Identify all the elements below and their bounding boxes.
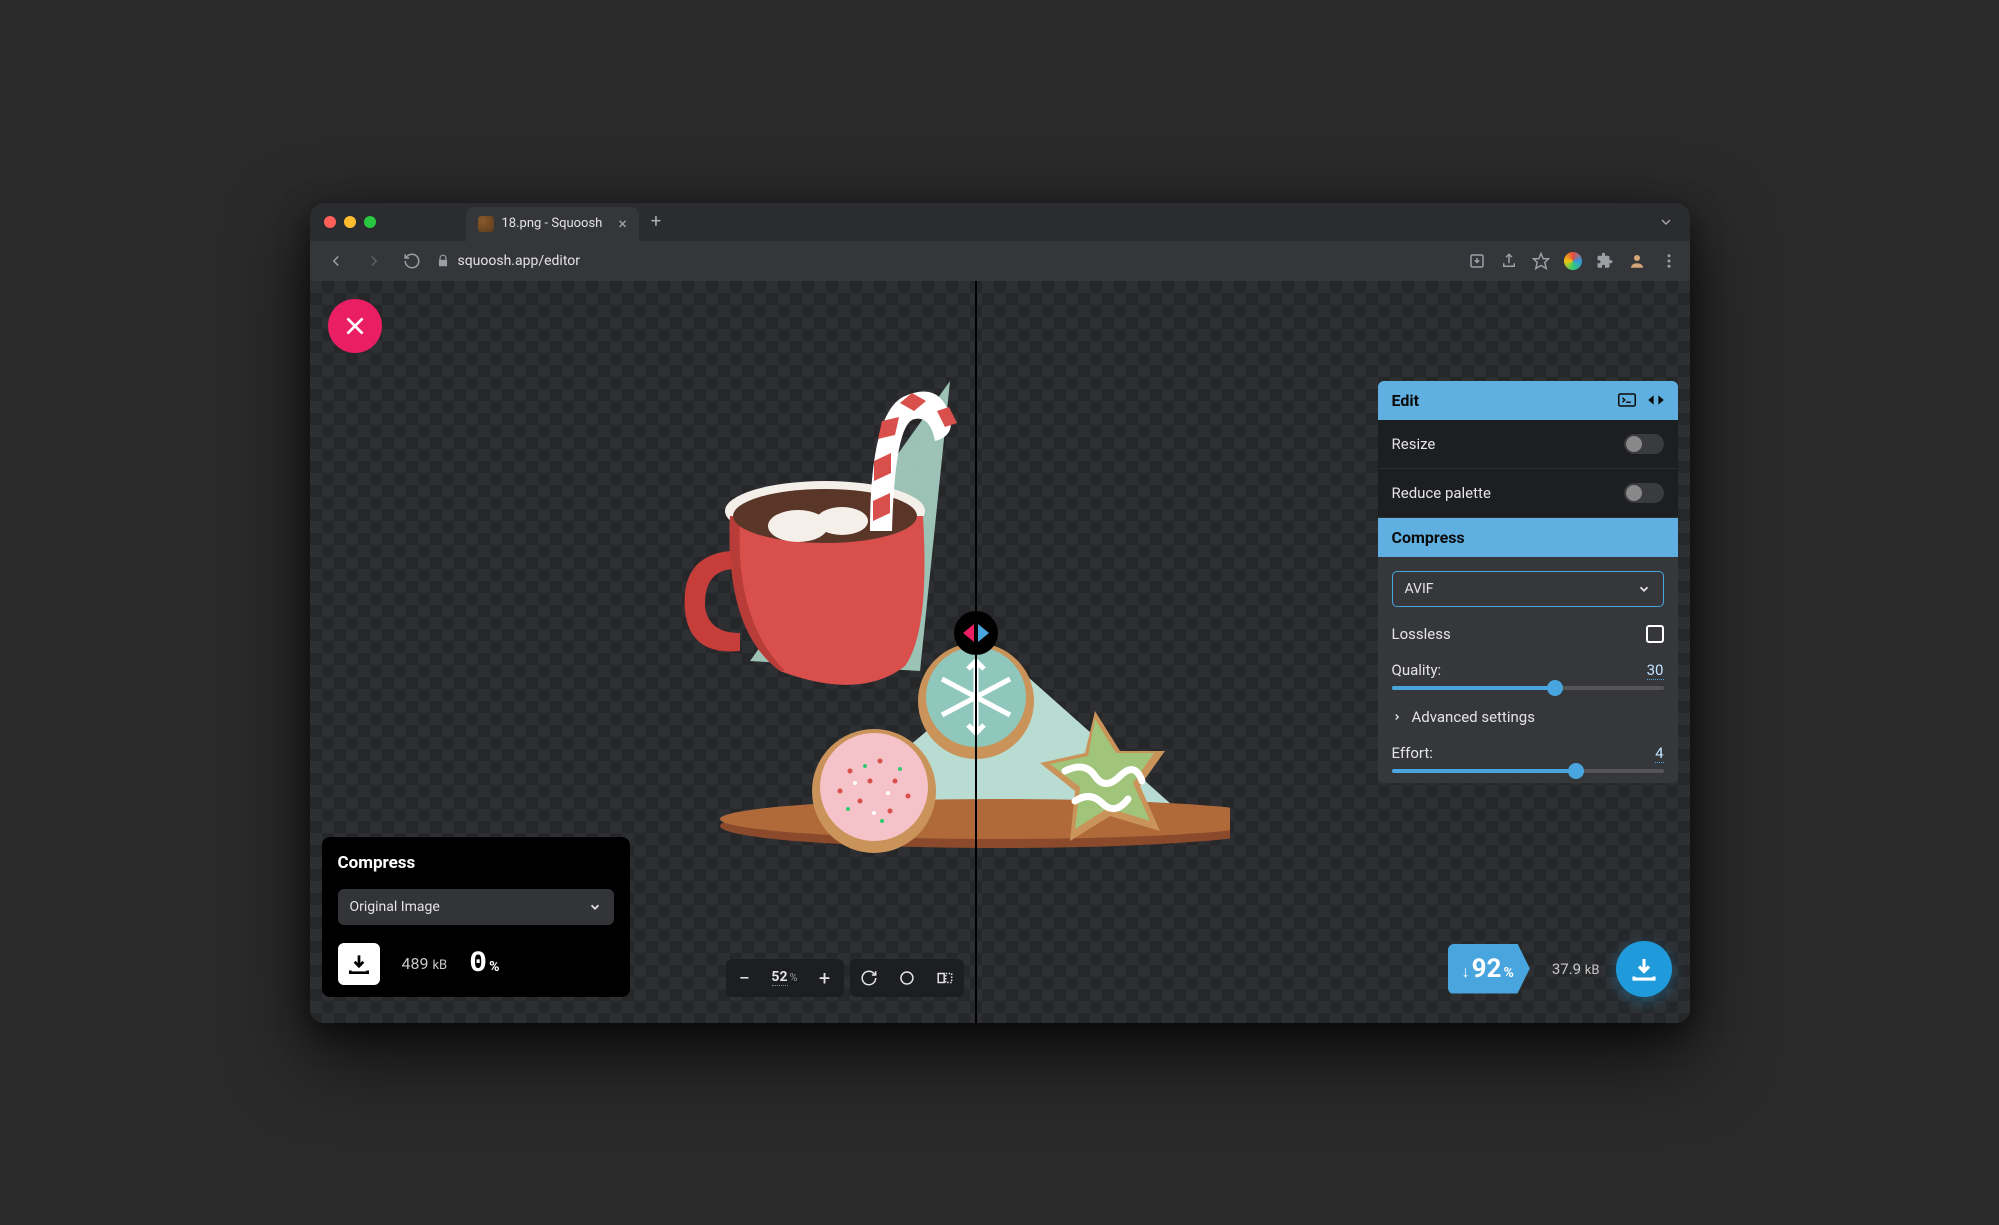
reduce-palette-toggle[interactable]: [1624, 483, 1664, 503]
urlbar-actions: [1468, 252, 1678, 270]
extensions-puzzle-icon[interactable]: [1596, 252, 1614, 270]
share-icon[interactable]: [1500, 252, 1518, 270]
effort-row: Effort: 4: [1392, 744, 1664, 773]
forward-button[interactable]: [360, 247, 388, 275]
quality-label: Quality:: [1392, 661, 1442, 680]
compare-arrow-left-icon: [963, 624, 974, 642]
compare-arrow-right-icon: [978, 624, 989, 642]
zoom-out-button[interactable]: −: [725, 959, 763, 997]
quality-slider[interactable]: [1392, 686, 1664, 690]
left-filesize: 489 kB: [402, 954, 448, 973]
profile-icon[interactable]: [1628, 252, 1646, 270]
urlbar: squoosh.app/editor: [310, 241, 1690, 281]
right-download-button[interactable]: [1616, 941, 1672, 997]
chevron-down-icon: [588, 900, 602, 914]
effort-label: Effort:: [1392, 744, 1433, 763]
tabs-overflow-icon[interactable]: [1658, 214, 1674, 230]
zoom-in-button[interactable]: +: [806, 959, 844, 997]
right-format-value: AVIF: [1405, 581, 1434, 597]
download-icon: [1629, 954, 1659, 984]
resize-toggle[interactable]: [1624, 434, 1664, 454]
preview-image[interactable]: [630, 321, 1230, 861]
reload-button[interactable]: [398, 247, 426, 275]
right-options-panel: Edit Resize Reduce palette Compress: [1378, 381, 1678, 783]
extension-icon-1[interactable]: [1564, 252, 1582, 270]
flip-button[interactable]: [926, 959, 964, 997]
left-format-value: Original Image: [350, 899, 440, 915]
editor-area: Compress Original Image 489 kB 0% Edit: [310, 281, 1690, 1023]
browser-tab[interactable]: 18.png - Squoosh ×: [466, 207, 639, 241]
left-panel-heading: Compress: [338, 853, 614, 873]
lossless-checkbox[interactable]: [1646, 625, 1664, 643]
background-toggle-button[interactable]: [888, 959, 926, 997]
download-icon: [346, 951, 372, 977]
back-button[interactable]: [322, 247, 350, 275]
effort-slider[interactable]: [1392, 769, 1664, 773]
quality-row: Quality: 30: [1392, 661, 1664, 690]
chevron-right-icon: [1392, 712, 1402, 722]
cli-icon[interactable]: [1618, 393, 1636, 407]
window-minimize-button[interactable]: [344, 216, 356, 228]
menu-icon[interactable]: [1660, 252, 1678, 270]
right-format-select[interactable]: AVIF: [1392, 571, 1664, 607]
close-editor-button[interactable]: [328, 299, 382, 353]
tab-close-icon[interactable]: ×: [618, 214, 627, 233]
install-icon[interactable]: [1468, 252, 1486, 270]
lossless-label: Lossless: [1392, 625, 1451, 643]
effort-value[interactable]: 4: [1655, 744, 1663, 763]
zoom-toolbar: − 52% +: [725, 959, 963, 997]
swap-sides-icon[interactable]: [1648, 393, 1664, 407]
resize-row: Resize: [1378, 420, 1678, 469]
compare-handle[interactable]: [954, 611, 998, 655]
reduce-palette-row: Reduce palette: [1378, 469, 1678, 518]
traffic-lights: [324, 216, 376, 228]
lock-icon: [436, 254, 450, 268]
chevron-down-icon: [1637, 582, 1651, 596]
compress-section-header: Compress: [1378, 518, 1678, 557]
lossless-row: Lossless: [1392, 625, 1664, 643]
left-savings-pct: 0%: [469, 947, 499, 981]
savings-badge: ↓92%: [1448, 944, 1530, 994]
url-field[interactable]: squoosh.app/editor: [436, 253, 1458, 269]
new-tab-button[interactable]: +: [651, 211, 661, 232]
tab-title: 18.png - Squoosh: [502, 216, 603, 231]
star-icon[interactable]: [1532, 252, 1550, 270]
window-close-button[interactable]: [324, 216, 336, 228]
titlebar: 18.png - Squoosh × +: [310, 203, 1690, 241]
output-filesize: 37.9 kB: [1530, 960, 1616, 978]
edit-heading: Edit: [1392, 391, 1420, 410]
left-format-select[interactable]: Original Image: [338, 889, 614, 925]
edit-section-header: Edit: [1378, 381, 1678, 420]
window-maximize-button[interactable]: [364, 216, 376, 228]
left-compress-panel: Compress Original Image 489 kB 0%: [322, 837, 630, 997]
advanced-settings-toggle[interactable]: Advanced settings: [1392, 708, 1664, 726]
quality-value[interactable]: 30: [1647, 661, 1664, 680]
tab-favicon: [478, 216, 494, 232]
rotate-button[interactable]: [850, 959, 888, 997]
reduce-palette-label: Reduce palette: [1392, 484, 1491, 502]
zoom-value[interactable]: 52%: [763, 969, 805, 986]
advanced-label: Advanced settings: [1412, 708, 1535, 726]
left-download-button[interactable]: [338, 943, 380, 985]
url-text: squoosh.app/editor: [458, 253, 581, 269]
resize-label: Resize: [1392, 435, 1436, 453]
browser-window: 18.png - Squoosh × + squoosh.app/editor: [310, 203, 1690, 1023]
right-download-area: ↓92% 37.9 kB: [1448, 941, 1672, 997]
